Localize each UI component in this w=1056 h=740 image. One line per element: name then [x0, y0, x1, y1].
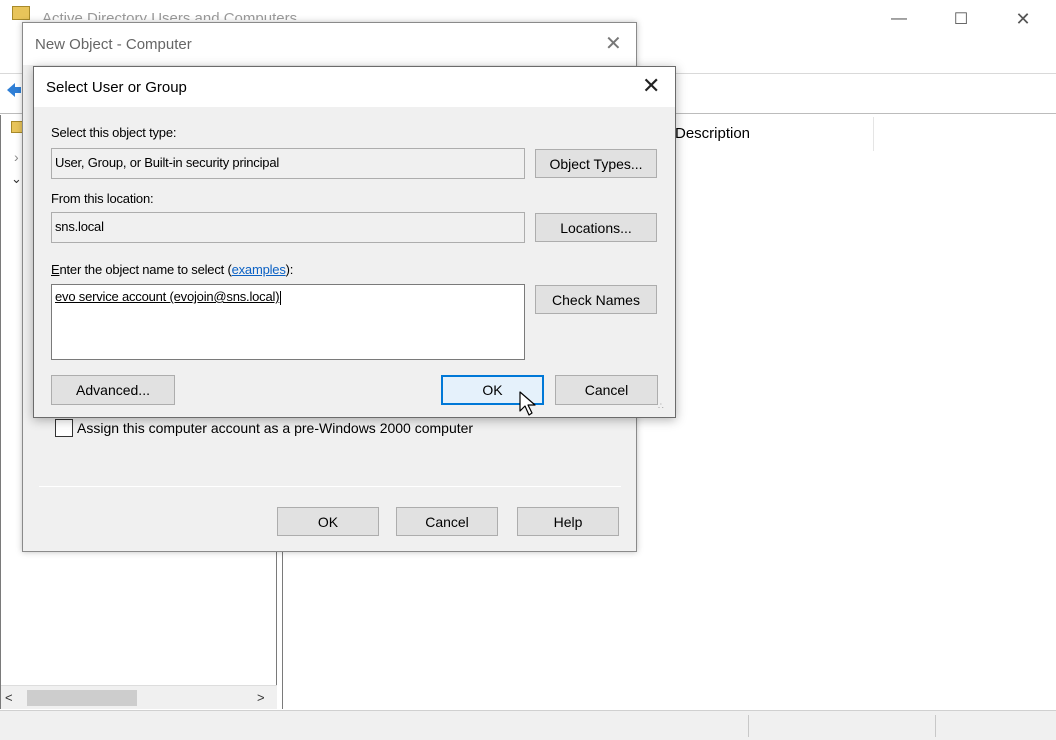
check-names-button[interactable]: Check Names — [535, 285, 657, 314]
back-arrow-icon[interactable] — [6, 82, 22, 98]
location-label: From this location: — [51, 191, 154, 206]
ok-button[interactable]: OK — [277, 507, 379, 536]
dialog-titlebar: New Object - Computer ✕ — [23, 23, 636, 65]
main-window-title: Active Directory Users and Computers — [42, 10, 298, 20]
cancel-button[interactable]: Cancel — [555, 375, 658, 405]
object-types-button[interactable]: Object Types... — [535, 149, 657, 178]
prewin2000-checkbox[interactable] — [55, 419, 73, 437]
column-header-description[interactable]: Description — [675, 125, 750, 142]
dialog-titlebar: Select User or Group ✕ — [34, 67, 675, 107]
status-separator — [748, 715, 749, 737]
object-name-input[interactable]: evo service account (evojoin@sns.local) — [51, 284, 525, 360]
locations-button[interactable]: Locations... — [535, 213, 657, 242]
object-type-label: Select this object type: — [51, 125, 177, 140]
app-icon — [12, 6, 30, 20]
tree-collapse-icon[interactable]: ⌄ — [11, 171, 22, 187]
close-icon[interactable]: ✕ — [642, 73, 660, 99]
minimize-button[interactable]: — — [876, 0, 922, 38]
mouse-cursor-icon — [519, 391, 536, 416]
close-icon[interactable]: ✕ — [605, 31, 622, 56]
object-name-label-suffix: ): — [285, 262, 294, 277]
scroll-right-icon[interactable]: > — [257, 690, 265, 705]
dialog-title: New Object - Computer — [35, 36, 192, 53]
resolved-object-name: evo service account (evojoin@sns.local) — [55, 289, 280, 304]
scroll-left-icon[interactable]: < — [5, 690, 13, 705]
prewin2000-checkbox-label[interactable]: Assign this computer account as a pre-Wi… — [77, 420, 473, 436]
advanced-button[interactable]: Advanced... — [51, 375, 175, 405]
resize-grip-icon[interactable]: ∴ — [658, 401, 664, 412]
tree-expand-icon[interactable]: › — [14, 149, 19, 165]
examples-link[interactable]: examples — [232, 262, 286, 277]
status-separator — [935, 715, 936, 737]
select-user-or-group-dialog: Select User or Group ✕ Select this objec… — [33, 66, 676, 418]
maximize-button[interactable]: ☐ — [938, 0, 984, 38]
help-button[interactable]: Help — [517, 507, 619, 536]
horizontal-scrollbar[interactable]: < > — [1, 685, 277, 709]
object-type-field: User, Group, or Built-in security princi… — [51, 148, 525, 179]
scrollbar-thumb[interactable] — [27, 690, 137, 706]
status-bar — [0, 710, 1056, 740]
divider — [39, 486, 621, 487]
object-name-label-text: nter the object name to select ( — [59, 262, 232, 277]
text-caret — [280, 290, 282, 305]
object-name-label: Enter the object name to select (example… — [51, 262, 293, 277]
location-field: sns.local — [51, 212, 525, 243]
dialog-title: Select User or Group — [46, 79, 187, 96]
column-separator[interactable] — [873, 117, 874, 151]
close-button[interactable]: ✕ — [1000, 0, 1046, 38]
cancel-button[interactable]: Cancel — [396, 507, 498, 536]
